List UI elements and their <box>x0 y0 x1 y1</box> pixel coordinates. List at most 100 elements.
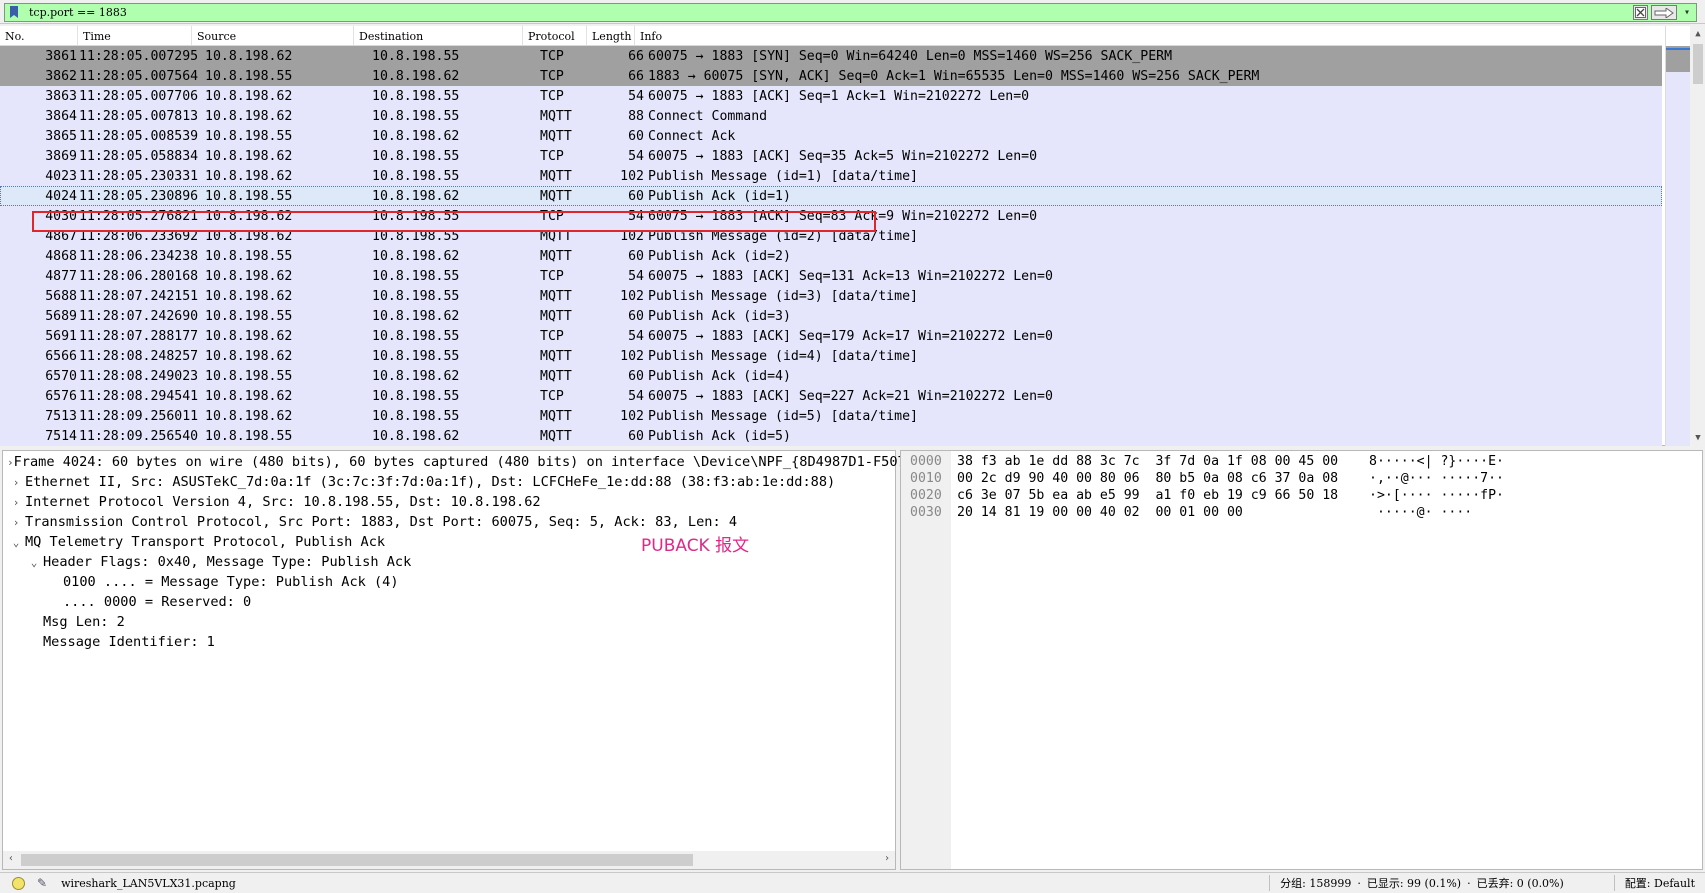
column-header-destination[interactable]: Destination <box>354 26 523 45</box>
bytes-ascii: 8·····<| ?}····E· <box>1369 454 1504 469</box>
packet-row[interactable]: 6566 11:28:08.248257 10.8.198.62 10.8.198.5… <box>0 346 1662 366</box>
packet-protocol: TCP <box>540 68 564 84</box>
packet-row[interactable]: 4030 11:28:05.276821 10.8.198.62 10.8.198.5… <box>0 206 1662 226</box>
packet-row[interactable]: 4867 11:28:06.233692 10.8.198.62 10.8.198.5… <box>0 226 1662 246</box>
detail-tree-item[interactable]: .... 0000 = Reserved: 0 <box>3 592 895 612</box>
packet-row[interactable]: 5691 11:28:07.288177 10.8.198.62 10.8.198.5… <box>0 326 1662 346</box>
packet-row[interactable]: 3864 11:28:05.007813 10.8.198.62 10.8.198.5… <box>0 106 1662 126</box>
profile-label[interactable]: 配置: Default <box>1625 875 1695 891</box>
column-header-length[interactable]: Length <box>587 26 635 45</box>
bytes-row[interactable]: 0020 c6 3e 07 5b ea ab e5 99 a1 f0 eb 19 … <box>901 488 1504 506</box>
packet-source: 10.8.198.62 <box>205 288 293 304</box>
packet-protocol: MQTT <box>540 248 572 264</box>
collapsed-arrow-icon[interactable]: › <box>7 496 25 509</box>
display-filter-input[interactable]: tcp.port == 1883 ▾ <box>4 3 1697 22</box>
packet-row[interactable]: 4868 11:28:06.234238 10.8.198.55 10.8.198.6… <box>0 246 1662 266</box>
bookmark-icon[interactable] <box>7 5 21 20</box>
packet-no: 4024 <box>45 188 77 204</box>
packet-row[interactable]: 4023 11:28:05.230331 10.8.198.62 10.8.198.5… <box>0 166 1662 186</box>
column-header-time[interactable]: Time <box>78 26 192 45</box>
detail-tree-item[interactable]: Msg Len: 2 <box>3 612 895 632</box>
packet-row[interactable]: 7513 11:28:09.256011 10.8.198.62 10.8.198.5… <box>0 406 1662 426</box>
packet-minimap[interactable] <box>1666 26 1690 446</box>
packet-row[interactable]: 3862 11:28:05.007564 10.8.198.55 10.8.198.6… <box>0 66 1662 86</box>
dropped-count: 已丢弃: 0 (0.0%) <box>1476 877 1564 890</box>
packet-row[interactable]: 5688 11:28:07.242151 10.8.198.62 10.8.198.5… <box>0 286 1662 306</box>
expert-info-icon[interactable] <box>12 876 25 890</box>
bytes-row[interactable]: 0010 00 2c d9 90 40 00 80 06 80 b5 0a 08 … <box>901 471 1504 489</box>
filter-dropdown-icon[interactable]: ▾ <box>1680 5 1694 20</box>
column-header-protocol[interactable]: Protocol <box>523 26 587 45</box>
packet-row[interactable]: 6576 11:28:08.294541 10.8.198.62 10.8.198.5… <box>0 386 1662 406</box>
packet-source: 10.8.198.55 <box>205 428 293 444</box>
bytes-row[interactable]: 0030 20 14 81 19 00 00 40 02 00 01 00 00 … <box>901 505 1472 523</box>
expanded-arrow-icon[interactable]: ⌄ <box>25 556 43 569</box>
packet-list-header: No. Time Source Destination Protocol Len… <box>0 26 1662 46</box>
packet-protocol: MQTT <box>540 128 572 144</box>
packet-list-scrollbar[interactable]: ▲ ▼ <box>1665 26 1705 446</box>
packet-row[interactable]: 3863 11:28:05.007706 10.8.198.62 10.8.198.5… <box>0 86 1662 106</box>
packet-length: 102 <box>620 288 644 304</box>
packet-destination: 10.8.198.55 <box>372 288 460 304</box>
packet-row[interactable]: 4877 11:28:06.280168 10.8.198.62 10.8.198.5… <box>0 266 1662 286</box>
packet-no: 7513 <box>45 408 77 424</box>
bytes-row[interactable]: 0000 38 f3 ab 1e dd 88 3c 7c 3f 7d 0a 1f … <box>901 454 1504 472</box>
details-horizontal-scrollbar[interactable]: ‹ › <box>3 851 895 869</box>
packet-source: 10.8.198.55 <box>205 128 293 144</box>
packet-source: 10.8.198.55 <box>205 308 293 324</box>
scroll-up-icon[interactable]: ▲ <box>1690 26 1705 42</box>
packet-length: 60 <box>628 428 644 444</box>
packet-source: 10.8.198.55 <box>205 68 293 84</box>
scroll-right-icon[interactable]: › <box>884 853 890 864</box>
packet-source: 10.8.198.62 <box>205 148 293 164</box>
detail-tree-item[interactable]: ⌄ MQ Telemetry Transport Protocol, Publis… <box>3 532 895 552</box>
scroll-left-icon[interactable]: ‹ <box>8 853 14 864</box>
packet-protocol: TCP <box>540 48 564 64</box>
column-header-no[interactable]: No. <box>0 26 78 45</box>
packet-info: 1883 → 60075 [SYN, ACK] Seq=0 Ack=1 Win=… <box>648 68 1260 84</box>
capture-comment-icon[interactable]: ✎ <box>37 876 47 890</box>
packet-row[interactable]: 5689 11:28:07.242690 10.8.198.55 10.8.198.6… <box>0 306 1662 326</box>
packet-no: 6570 <box>45 368 77 384</box>
packet-length: 54 <box>628 268 644 284</box>
packet-row[interactable]: 7514 11:28:09.256540 10.8.198.55 10.8.198.6… <box>0 426 1662 446</box>
packet-destination: 10.8.198.55 <box>372 148 460 164</box>
packet-row[interactable]: 4024 11:28:05.230896 10.8.198.55 10.8.198.6… <box>0 186 1662 206</box>
packet-destination: 10.8.198.55 <box>372 388 460 404</box>
packet-row[interactable]: 3865 11:28:05.008539 10.8.198.55 10.8.198.6… <box>0 126 1662 146</box>
column-header-source[interactable]: Source <box>192 26 354 45</box>
details-scroll-thumb[interactable] <box>21 854 693 866</box>
packet-source: 10.8.198.62 <box>205 328 293 344</box>
packet-destination: 10.8.198.55 <box>372 48 460 64</box>
packet-info: Publish Message (id=4) [data/time] <box>648 348 918 364</box>
packet-info: Publish Ack (id=3) <box>648 308 791 324</box>
detail-tree-item[interactable]: 0100 .... = Message Type: Publish Ack (4… <box>3 572 895 592</box>
clear-filter-icon[interactable] <box>1633 5 1648 20</box>
scroll-down-icon[interactable]: ▼ <box>1690 430 1705 446</box>
detail-tree-item[interactable]: › Ethernet II, Src: ASUSTekC_7d:0a:1f (3c… <box>3 472 895 492</box>
detail-tree-item[interactable]: › Internet Protocol Version 4, Src: 10.8.… <box>3 492 895 512</box>
packet-time: 11:28:06.280168 <box>79 268 199 284</box>
scroll-thumb[interactable] <box>1693 44 1703 84</box>
collapsed-arrow-icon[interactable]: › <box>7 516 25 529</box>
detail-tree-item[interactable]: › Frame 4024: 60 bytes on wire (480 bits)… <box>3 452 906 472</box>
expanded-arrow-icon[interactable]: ⌄ <box>7 536 25 549</box>
detail-tree-item[interactable]: ⌄ Header Flags: 0x40, Message Type: Publi… <box>3 552 895 572</box>
apply-filter-icon[interactable] <box>1651 5 1677 20</box>
packet-details-pane: › Frame 4024: 60 bytes on wire (480 bits)… <box>2 450 906 870</box>
packet-length: 60 <box>628 248 644 264</box>
collapsed-arrow-icon[interactable]: › <box>7 476 25 489</box>
packet-source: 10.8.198.62 <box>205 268 293 284</box>
detail-tree-item[interactable]: › Transmission Control Protocol, Src Port… <box>3 512 895 532</box>
packet-time: 11:28:05.230331 <box>79 168 199 184</box>
packet-row[interactable]: 6570 11:28:08.249023 10.8.198.55 10.8.198.6… <box>0 366 1662 386</box>
packet-protocol: MQTT <box>540 108 572 124</box>
displayed-count: 已显示: 99 (0.1%) <box>1366 877 1462 890</box>
packet-row[interactable]: 3861 11:28:05.007295 10.8.198.62 10.8.198.5… <box>0 46 1662 66</box>
column-header-info[interactable]: Info <box>635 26 1662 45</box>
packet-destination: 10.8.198.62 <box>372 308 460 324</box>
detail-tree-item[interactable]: Message Identifier: 1 <box>3 632 895 652</box>
collapsed-arrow-icon[interactable]: › <box>7 456 14 469</box>
packet-row[interactable]: 3869 11:28:05.058834 10.8.198.62 10.8.198.5… <box>0 146 1662 166</box>
packet-source: 10.8.198.62 <box>205 208 293 224</box>
